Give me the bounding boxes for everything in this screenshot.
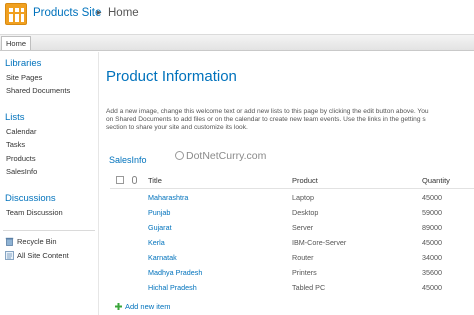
sidebar-heading-libraries[interactable]: Libraries	[5, 58, 41, 69]
watermark-text: DotNetCurry.com	[186, 150, 267, 162]
row-title-link[interactable]: Punjab	[148, 208, 170, 217]
row-title-link[interactable]: Maharashtra	[148, 193, 188, 202]
all-site-content-icon	[5, 251, 14, 260]
column-header-product[interactable]: Product	[292, 176, 318, 185]
description-line: on Shared Documents to add files or on t…	[106, 116, 426, 123]
welcome-description: Add a new image, change this welcome tex…	[106, 108, 474, 132]
sidebar-item-team-discussion[interactable]: Team Discussion	[6, 208, 63, 217]
quick-launch: Libraries Site Pages Shared Documents Li…	[0, 52, 99, 315]
add-item-icon[interactable]	[115, 303, 122, 310]
row-product: Router	[292, 253, 314, 262]
row-product: Server	[292, 223, 314, 232]
watermark-logo-icon	[175, 151, 184, 160]
select-all-checkbox[interactable]	[116, 176, 124, 184]
description-line: section to share your site and customize…	[106, 124, 248, 131]
sidebar-item-tasks[interactable]: Tasks	[6, 140, 25, 149]
list-title-salesinfo[interactable]: SalesInfo	[109, 155, 147, 165]
breadcrumb-separator-icon: ▸	[97, 7, 102, 17]
description-line: Add a new image, change this welcome tex…	[106, 108, 429, 115]
top-navigation-bar: Home	[0, 34, 474, 51]
sidebar-item-calendar[interactable]: Calendar	[6, 127, 36, 136]
sidebar-item-products[interactable]: Products	[6, 154, 36, 163]
column-header-quantity[interactable]: Quantity	[422, 176, 450, 185]
site-logo-icon[interactable]	[5, 3, 27, 25]
header-divider	[110, 188, 474, 189]
sidebar-item-site-pages[interactable]: Site Pages	[6, 73, 42, 82]
all-site-content-link[interactable]: All Site Content	[17, 251, 69, 260]
tab-home[interactable]: Home	[1, 36, 32, 50]
recycle-bin-link[interactable]: Recycle Bin	[17, 237, 57, 246]
title-bar: Products Site ▸ Home	[0, 0, 474, 33]
sidebar-divider	[3, 230, 95, 231]
sidebar-item-salesinfo[interactable]: SalesInfo	[6, 167, 37, 176]
row-title-link[interactable]: Hichal Pradesh	[148, 283, 197, 292]
row-product: IBM-Core-Server	[292, 238, 347, 247]
row-quantity: 45000	[422, 238, 442, 247]
sidebar-heading-lists[interactable]: Lists	[5, 112, 25, 123]
sidebar-item-shared-documents[interactable]: Shared Documents	[6, 86, 70, 95]
column-header-title[interactable]: Title	[148, 176, 162, 185]
breadcrumb-current-page: Home	[108, 7, 139, 19]
row-title-link[interactable]: Madhya Pradesh	[148, 268, 202, 277]
add-new-item-link[interactable]: Add new item	[125, 302, 170, 311]
row-title-link[interactable]: Kerla	[148, 238, 165, 247]
row-product: Desktop	[292, 208, 319, 217]
row-quantity: 35600	[422, 268, 442, 277]
recycle-bin-icon	[5, 237, 14, 246]
row-product: Tabled PC	[292, 283, 326, 292]
row-product: Laptop	[292, 193, 314, 202]
page-title: Product Information	[106, 68, 237, 85]
sidebar-heading-discussions[interactable]: Discussions	[5, 193, 56, 204]
row-title-link[interactable]: Gujarat	[148, 223, 172, 232]
site-title-link[interactable]: Products Site	[33, 7, 101, 19]
attachment-icon	[132, 176, 137, 184]
row-product: Printers	[292, 268, 317, 277]
row-quantity: 89000	[422, 223, 442, 232]
row-quantity: 34000	[422, 253, 442, 262]
row-quantity: 45000	[422, 193, 442, 202]
row-title-link[interactable]: Karnatak	[148, 253, 177, 262]
row-quantity: 45000	[422, 283, 442, 292]
row-quantity: 59000	[422, 208, 442, 217]
